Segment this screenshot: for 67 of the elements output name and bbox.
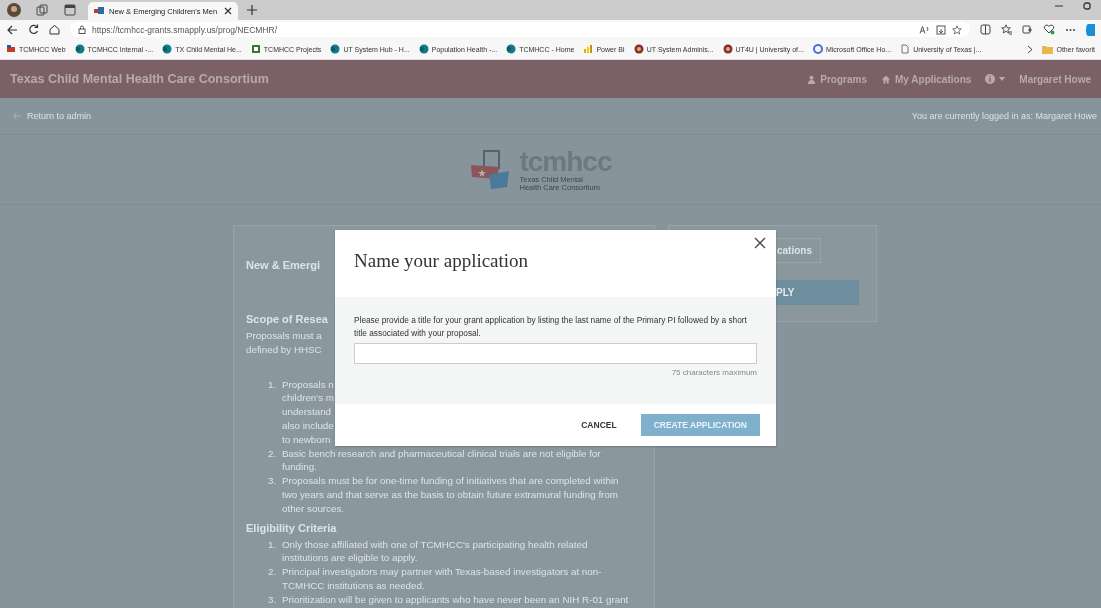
list-number: 1. — [268, 377, 278, 392]
bar-chart-icon — [583, 44, 594, 54]
list-text: other sources. — [282, 501, 346, 516]
list-number: 3. — [268, 474, 278, 489]
back-icon[interactable] — [6, 24, 18, 35]
home-icon[interactable] — [49, 24, 60, 35]
list-text: Prioritization will be given to applicants who have never been an NIH R-01 grant — [282, 592, 629, 607]
dialog-title: Name your application — [354, 249, 529, 272]
section-heading: Eligibility Criteria — [246, 521, 337, 534]
list-number: 2. — [268, 446, 278, 461]
collections-icon[interactable] — [1022, 24, 1033, 35]
restore-icon[interactable] — [1082, 1, 1092, 11]
flag-icon — [6, 44, 16, 54]
list-text: institutions are eligible to apply. — [282, 551, 419, 566]
list-text: Only those affiliated with one of TCMHCC's participating health related — [282, 537, 588, 552]
person-icon — [807, 74, 817, 84]
body-text: Proposals must a — [246, 330, 322, 341]
seal-icon — [722, 44, 733, 54]
list-text: funding. — [282, 460, 318, 475]
character-limit-hint: 75 characters maximum — [671, 368, 757, 377]
list-text: children's m — [282, 391, 334, 406]
list-number: 3. — [268, 592, 278, 607]
app-available-icon[interactable] — [936, 24, 946, 35]
site-title: Texas Child Mental Health Care Consortium — [10, 72, 269, 86]
list-text: Principal investigators may partner with Texas-based investigators at non- — [282, 565, 602, 579]
spreadsheet-icon — [250, 44, 261, 54]
cancel-button[interactable]: CANCEL — [581, 416, 617, 434]
program-title: New & Emergi — [246, 259, 320, 271]
performance-icon[interactable] — [1043, 24, 1055, 35]
address-bar[interactable]: https://tcmhcc-grants.smapply.us/prog/NECMHR/ — [70, 22, 970, 37]
close-icon[interactable] — [224, 7, 232, 15]
new-tab-icon[interactable] — [247, 5, 257, 15]
favorites-icon[interactable] — [1001, 24, 1012, 35]
caret-icon[interactable] — [999, 77, 1006, 81]
list-text: to newborn — [282, 432, 332, 447]
list-text: understand — [282, 405, 333, 419]
document-icon — [900, 44, 911, 54]
ring-icon — [812, 44, 823, 54]
seal-icon — [633, 44, 644, 54]
logo-icon — [469, 148, 512, 191]
workspaces-icon[interactable] — [36, 4, 48, 16]
star-icon[interactable] — [952, 24, 962, 35]
refresh-icon[interactable] — [28, 24, 39, 35]
help-icon[interactable] — [985, 74, 996, 84]
tab-actions-icon[interactable] — [64, 4, 76, 16]
home-icon — [881, 74, 891, 84]
avatar-icon[interactable] — [7, 3, 21, 17]
read-aloud-icon[interactable] — [919, 25, 930, 34]
split-screen-icon[interactable] — [980, 24, 991, 35]
dialog-instructions: Please provide a title for your grant application by listing the last name of the Primary PI followed by a short title associated with your proposal. — [354, 314, 748, 340]
favicon-icon — [94, 6, 104, 16]
list-text: Proposals n — [282, 377, 334, 392]
close-icon[interactable] — [753, 236, 767, 250]
section-heading: Scope of Resea — [246, 313, 328, 325]
list-text: also include — [282, 419, 334, 433]
title-input-field[interactable] — [354, 343, 757, 364]
login-status: You are currently logged in as: Margaret Howe — [911, 111, 1097, 121]
list-text: two years and that serve as the basis to obtain future extramural funding from — [282, 487, 619, 502]
body-text: defined by HHSC — [246, 343, 322, 355]
list-number: 2. — [268, 565, 278, 580]
list-number: 1. — [268, 537, 278, 552]
list-text: Proposals must be for one-time funding of initiatives that are completed within — [282, 474, 619, 488]
lock-icon — [78, 25, 86, 34]
list-text: TCMHCC institutions as needed. — [282, 578, 426, 593]
folder-icon — [1042, 44, 1054, 54]
list-text: Basic bench research and pharmaceutical clinical trials are not eligible for — [282, 446, 601, 461]
chevron-icon[interactable] — [1027, 44, 1034, 54]
